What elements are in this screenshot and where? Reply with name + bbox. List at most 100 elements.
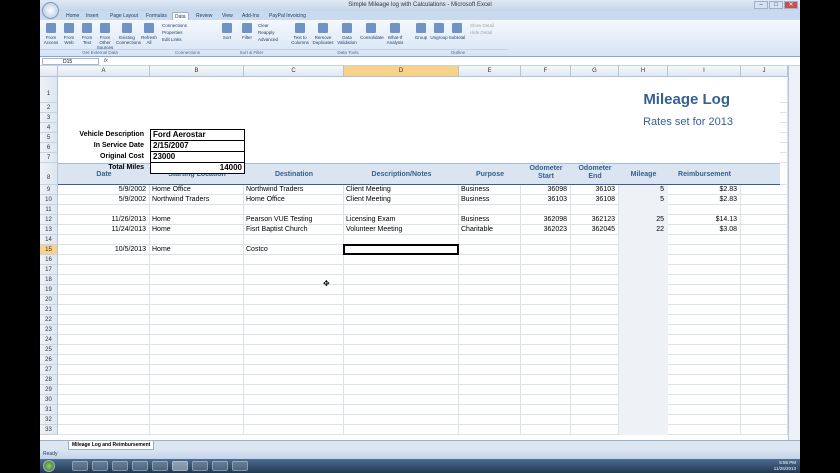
data-validation-button[interactable]: Data Validation [336,23,358,45]
table-cell[interactable]: Client Meeting [346,196,455,203]
media-taskbar-icon[interactable] [132,461,148,471]
row-header-27[interactable]: 27 [40,365,58,375]
office-button-icon[interactable] [42,2,59,19]
row-header-16[interactable]: 16 [40,255,58,265]
table-cell[interactable]: 36103 [573,186,615,193]
text-to-columns-button[interactable]: Text to Columns [290,23,310,45]
table-cell[interactable]: Volunteer Meeting [346,226,455,233]
fx-icon[interactable]: fx [104,58,108,65]
subtotal-button[interactable]: Subtotal [448,23,466,40]
row-header-21[interactable]: 21 [40,305,58,315]
tab-formulas[interactable]: Formulas [144,12,169,20]
select-all-corner[interactable] [40,66,58,77]
column-header-g[interactable]: G [571,66,619,77]
group-button[interactable]: Group [412,23,430,40]
row-header-10[interactable]: 10 [40,195,58,205]
row-header-31[interactable]: 31 [40,405,58,415]
table-cell[interactable]: Business [461,196,517,203]
row-header-17[interactable]: 17 [40,265,58,275]
table-cell[interactable]: Home [152,226,240,233]
ie-taskbar-icon[interactable] [72,461,88,471]
firefox-taskbar-icon[interactable] [152,461,168,471]
word-taskbar-icon[interactable] [192,461,208,471]
filter-button[interactable]: Filter [238,23,256,40]
table-cell[interactable]: $14.13 [670,216,737,223]
reapply-link[interactable]: Reapply [258,30,275,35]
row-header-7[interactable]: 7 [40,153,58,163]
row-header-8[interactable]: 8 [40,163,58,185]
row-header-20[interactable]: 20 [40,295,58,305]
row-header-9[interactable]: 9 [40,185,58,195]
what-if-analysis-button[interactable]: What-If Analysis [384,23,406,45]
total-miles-field[interactable]: 14000 [150,162,245,174]
table-cell[interactable]: Client Meeting [346,186,455,193]
row-header-6[interactable]: 6 [40,143,58,153]
table-cell[interactable]: Fisrt Baptist Church [246,226,340,233]
maximize-button[interactable]: □ [769,1,783,9]
row-header-18[interactable]: 18 [40,275,58,285]
table-cell[interactable]: Licensing Exam [346,216,455,223]
table-cell[interactable]: 5 [621,196,664,203]
row-header-33[interactable]: 33 [40,425,58,435]
app2-taskbar-icon[interactable] [232,461,248,471]
table-cell[interactable]: Home Office [152,186,240,193]
table-cell[interactable]: 5/9/2002 [60,186,146,193]
from-web-button[interactable]: From Web [60,23,78,45]
start-button-icon[interactable] [43,460,55,472]
row-header-3[interactable]: 3 [40,113,58,123]
vertical-scrollbar[interactable] [788,66,800,444]
row-header-32[interactable]: 32 [40,415,58,425]
table-cell[interactable]: 11/26/2013 [60,216,146,223]
hide-detail-link[interactable]: Hide Detail [470,30,492,35]
table-cell[interactable]: 5 [621,186,664,193]
table-cell[interactable]: Pearson VUE Testing [246,216,340,223]
refresh-all-button[interactable]: Refresh All [140,23,158,45]
row-header-24[interactable]: 24 [40,335,58,345]
from-other-sources-button[interactable]: From Other Sources [96,23,114,50]
tab-insert[interactable]: Insert [84,12,101,20]
clear-link[interactable]: Clear [258,23,269,28]
consolidate-button[interactable]: Consolidate [360,23,384,40]
tab-add-ins[interactable]: Add-Ins [240,12,261,20]
from-text-button[interactable]: From Text [78,23,96,45]
minimize-button[interactable]: – [754,1,768,9]
row-header-23[interactable]: 23 [40,325,58,335]
table-cell[interactable]: Home [152,216,240,223]
table-cell[interactable]: 36103 [523,196,567,203]
column-header-c[interactable]: C [244,66,344,77]
row-header-30[interactable]: 30 [40,395,58,405]
table-cell[interactable]: 11/24/2013 [60,226,146,233]
table-cell[interactable]: Home [152,246,240,253]
app-taskbar-icon[interactable] [212,461,228,471]
connections-link[interactable]: Connections [162,23,187,28]
table-cell[interactable]: Northwind Traders [246,186,340,193]
row-header-12[interactable]: 12 [40,215,58,225]
name-box[interactable]: D15 [42,58,99,65]
sort-button[interactable]: Sort [218,23,236,40]
row-header-2[interactable]: 2 [40,103,58,113]
tab-data[interactable]: Data [172,12,189,20]
tab-review[interactable]: Review [194,12,214,20]
table-cell[interactable]: 362098 [523,216,567,223]
close-button[interactable]: ✕ [784,1,798,9]
tab-home[interactable]: Home [64,12,81,20]
table-cell[interactable]: 362123 [573,216,615,223]
sheet-tab-mileage-log[interactable]: Mileage Log and Reimbursement [68,441,155,450]
row-header-26[interactable]: 26 [40,355,58,365]
table-cell[interactable]: Northwind Traders [152,196,240,203]
column-header-f[interactable]: F [521,66,571,77]
chrome-taskbar-icon[interactable] [112,461,128,471]
table-cell[interactable]: $2.83 [670,196,737,203]
table-cell[interactable]: 36098 [523,186,567,193]
properties-link[interactable]: Properties [162,30,183,35]
column-header-j[interactable]: J [741,66,788,77]
from-access-button[interactable]: From Access [42,23,60,45]
tab-page-layout[interactable]: Page Layout [108,12,140,20]
table-cell[interactable]: 362045 [573,226,615,233]
row-header-5[interactable]: 5 [40,133,58,143]
column-header-h[interactable]: H [619,66,668,77]
table-cell[interactable]: Business [461,216,517,223]
remove-duplicates-button[interactable]: Remove Duplicates [312,23,334,45]
row-header-11[interactable]: 11 [40,205,58,215]
row-header-29[interactable]: 29 [40,385,58,395]
